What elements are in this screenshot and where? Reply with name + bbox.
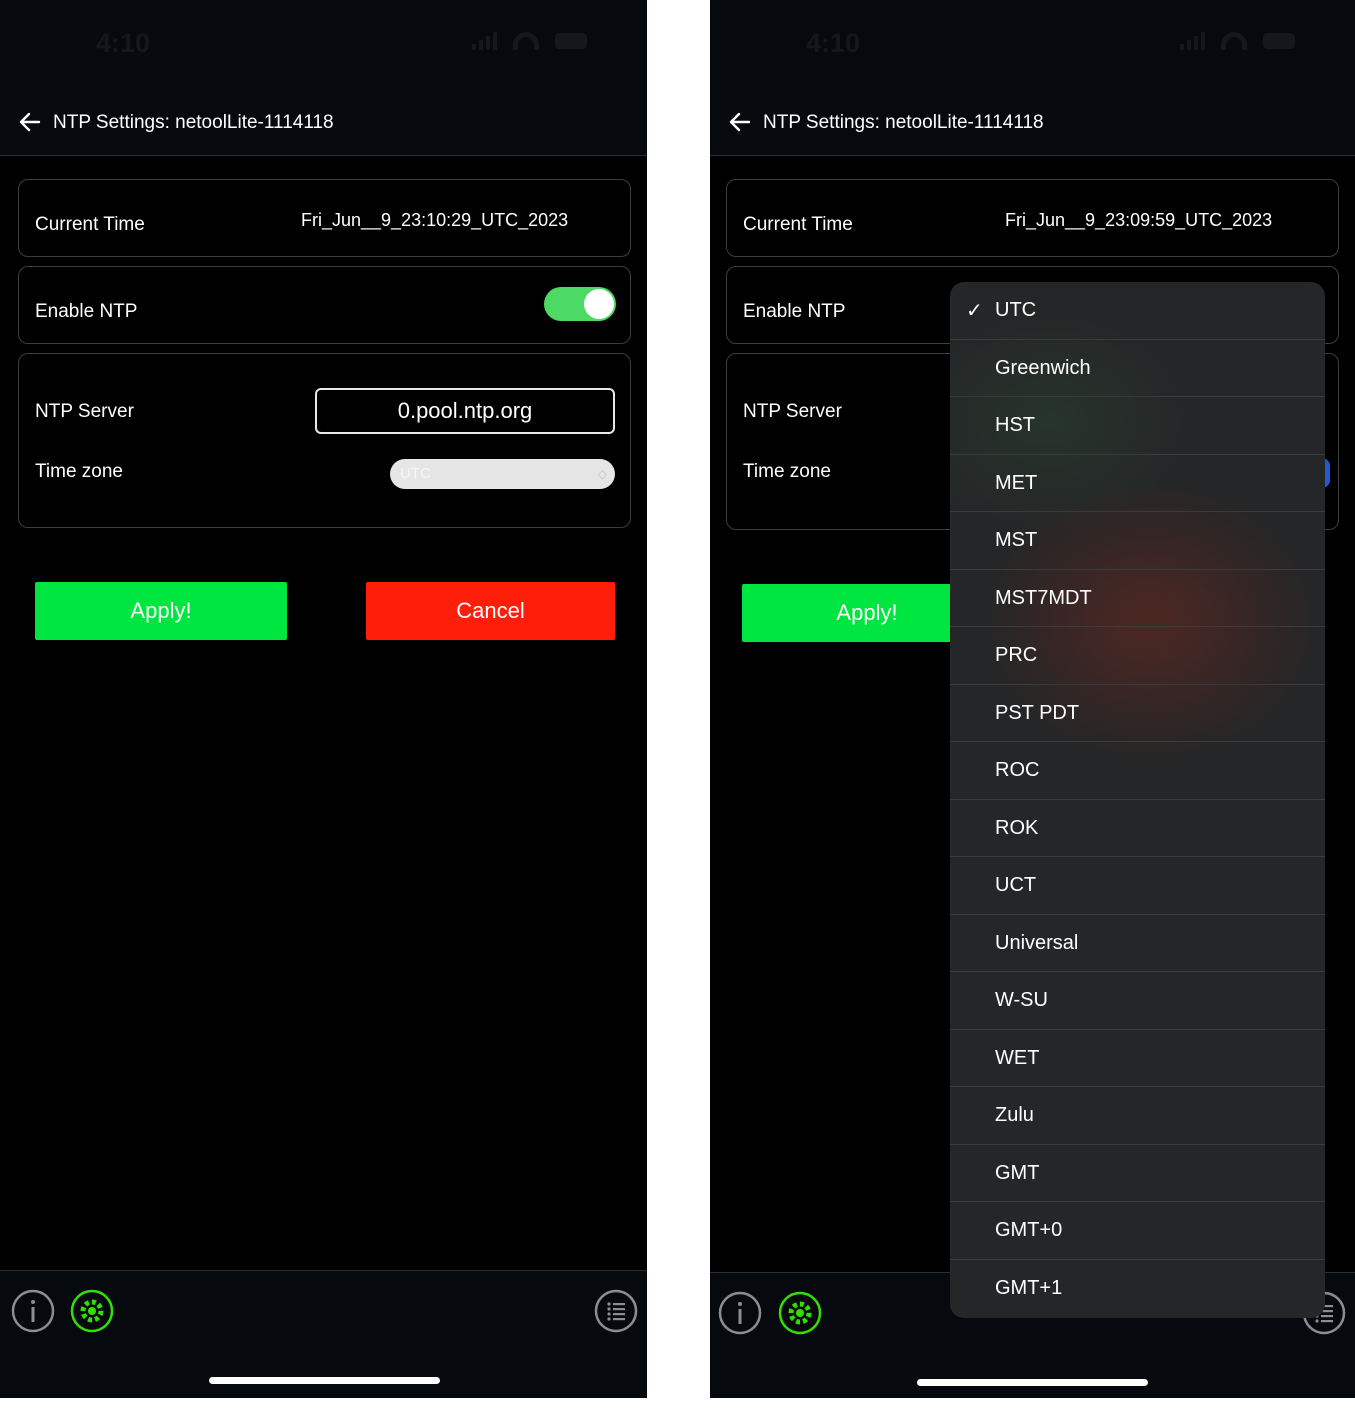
gear-icon[interactable] — [70, 1289, 114, 1333]
nav-header: NTP Settings: netoolLite-1114118 — [0, 90, 647, 156]
time-zone-option-label: GMT+1 — [995, 1276, 1063, 1299]
phone-screen-right: 4:10 NTP Settings: netoolLite-1114118 Cu… — [710, 0, 1355, 1398]
battery-icon — [1263, 33, 1295, 49]
current-time-label: Current Time — [743, 214, 853, 235]
time-zone-option[interactable]: MST — [950, 512, 1325, 570]
current-time-card: Current Time Fri_Jun__9_23:09:59_UTC_202… — [726, 179, 1339, 257]
time-zone-option[interactable]: PRC — [950, 627, 1325, 685]
status-bar: 4:10 — [710, 0, 1355, 90]
enable-ntp-toggle[interactable] — [544, 287, 616, 321]
time-zone-label: Time zone — [743, 461, 831, 482]
apply-button[interactable]: Apply! — [35, 582, 287, 640]
time-zone-option-label: UCT — [995, 874, 1037, 896]
info-icon[interactable] — [718, 1291, 762, 1335]
time-zone-option[interactable]: UCT — [950, 857, 1325, 915]
time-zone-option-label: MET — [995, 471, 1038, 494]
checkmark-icon: ✓ — [966, 300, 983, 322]
time-zone-option[interactable]: HST — [950, 397, 1325, 455]
nav-header: NTP Settings: netoolLite-1114118 — [710, 90, 1355, 156]
page-title: NTP Settings: netoolLite-1114118 — [763, 112, 1044, 133]
chevron-updown-icon: ◇ — [597, 467, 607, 481]
current-time-label: Current Time — [35, 214, 145, 235]
time-zone-option-label: GMT+0 — [995, 1219, 1063, 1241]
time-zone-option[interactable]: MST7MDT — [950, 570, 1325, 627]
time-zone-option-label: UTC — [995, 299, 1037, 321]
status-time: 4:10 — [96, 28, 151, 58]
time-zone-option[interactable]: Greenwich — [950, 340, 1325, 397]
gear-icon[interactable] — [778, 1291, 822, 1335]
time-zone-option[interactable]: W-SU — [950, 972, 1325, 1030]
enable-ntp-card: Enable NTP — [18, 266, 631, 344]
wifi-icon — [513, 32, 539, 50]
arrow-left-icon[interactable] — [728, 110, 752, 134]
status-time: 4:10 — [806, 28, 861, 58]
time-zone-option[interactable]: ✓ UTC — [950, 282, 1325, 340]
phone-screen-left: 4:10 NTP Settings: netoolLite-1114118 Cu… — [0, 0, 647, 1398]
time-zone-option[interactable]: WET — [950, 1030, 1325, 1087]
time-zone-option[interactable]: ROC — [950, 742, 1325, 800]
server-settings-card: NTP Server 0.pool.ntp.org Time zone UTC … — [18, 353, 631, 528]
time-zone-option[interactable]: MET — [950, 455, 1325, 512]
tab-bar — [0, 1270, 647, 1398]
time-zone-menu: ✓ UTC Greenwich HST MET MST MST7MDT PRC PST PDT R… — [950, 282, 1325, 1318]
current-time-value: Fri_Jun__9_23:10:29_UTC_2023 — [301, 210, 569, 230]
list-icon[interactable] — [594, 1289, 638, 1333]
time-zone-option-label: WET — [995, 1046, 1040, 1069]
time-zone-option-label: PRC — [995, 644, 1038, 666]
toggle-knob — [584, 289, 614, 319]
signal-icon — [472, 32, 497, 50]
time-zone-option-label: GMT — [995, 1161, 1040, 1184]
time-zone-label: Time zone — [35, 461, 123, 482]
signal-icon — [1180, 32, 1205, 50]
time-zone-option-label: Universal — [995, 931, 1079, 954]
time-zone-option[interactable]: GMT — [950, 1145, 1325, 1202]
current-time-value: Fri_Jun__9_23:09:59_UTC_2023 — [1005, 210, 1273, 230]
time-zone-option-label: ROK — [995, 816, 1039, 839]
info-icon[interactable] — [11, 1289, 55, 1333]
arrow-left-icon[interactable] — [18, 110, 42, 134]
current-time-card: Current Time Fri_Jun__9_23:10:29_UTC_202… — [18, 179, 631, 257]
time-zone-option[interactable]: GMT+1 — [950, 1260, 1325, 1318]
time-zone-option[interactable]: GMT+0 — [950, 1202, 1325, 1260]
page-title: NTP Settings: netoolLite-1114118 — [53, 112, 334, 133]
time-zone-option-label: MST7MDT — [995, 586, 1092, 609]
wifi-icon — [1221, 32, 1247, 50]
time-zone-option[interactable]: Zulu — [950, 1087, 1325, 1145]
ntp-server-label: NTP Server — [743, 401, 842, 422]
time-zone-option-label: Greenwich — [995, 356, 1091, 379]
enable-ntp-label: Enable NTP — [35, 301, 138, 322]
home-indicator — [917, 1379, 1148, 1386]
time-zone-option-label: ROC — [995, 759, 1040, 781]
time-zone-select[interactable]: UTC ◇ — [390, 459, 615, 489]
ntp-server-label: NTP Server — [35, 401, 134, 422]
time-zone-value: UTC — [400, 465, 431, 482]
enable-ntp-label: Enable NTP — [743, 301, 846, 322]
battery-icon — [555, 33, 587, 49]
status-icons — [472, 32, 587, 50]
time-zone-option-label: Zulu — [995, 1104, 1034, 1126]
time-zone-option[interactable]: Universal — [950, 915, 1325, 972]
time-zone-option-label: MST — [995, 529, 1038, 551]
status-bar: 4:10 — [0, 0, 647, 90]
cancel-button[interactable]: Cancel — [366, 582, 615, 640]
time-zone-option[interactable]: ROK — [950, 800, 1325, 857]
status-icons — [1180, 32, 1295, 50]
time-zone-option-label: HST — [995, 414, 1035, 436]
time-zone-option-label: PST PDT — [995, 701, 1080, 724]
time-zone-option[interactable]: PST PDT — [950, 685, 1325, 742]
time-zone-option-label: W-SU — [995, 989, 1048, 1011]
ntp-server-input[interactable]: 0.pool.ntp.org — [315, 388, 615, 434]
home-indicator — [209, 1377, 440, 1384]
